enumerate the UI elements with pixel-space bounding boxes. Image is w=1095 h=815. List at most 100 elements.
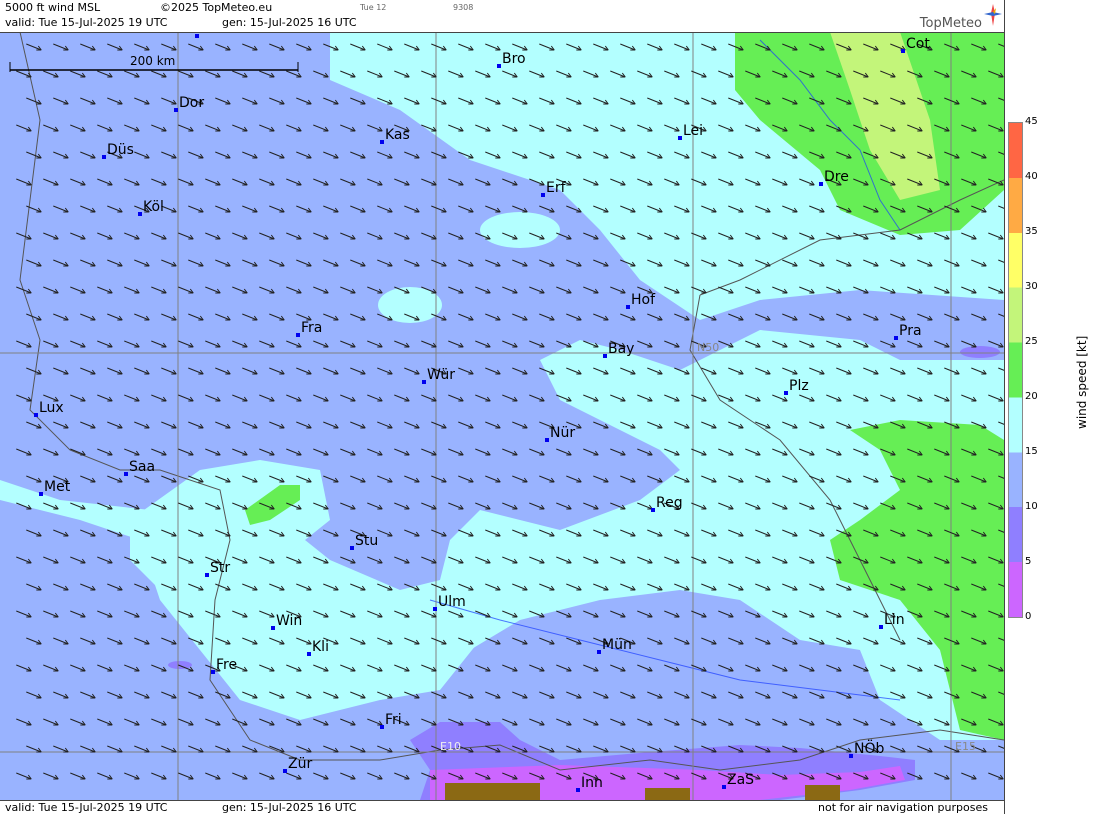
- run-code: 9308: [453, 3, 474, 12]
- city-dot: [849, 754, 853, 758]
- city-marker[interactable]: Dre: [819, 169, 849, 186]
- city-dot: [651, 508, 655, 512]
- city-dot: [576, 788, 580, 792]
- city-marker[interactable]: Reg: [651, 495, 683, 512]
- city-marker[interactable]: NÖb: [849, 739, 884, 758]
- city-marker[interactable]: Kas: [380, 127, 410, 144]
- city-marker[interactable]: Win: [271, 613, 302, 630]
- copyright: ©2025 TopMeteo.eu: [160, 1, 273, 14]
- city-label: Lux: [39, 400, 64, 416]
- city-dot: [879, 625, 883, 629]
- city-label: Wür: [427, 367, 455, 383]
- city-marker[interactable]: Cot: [901, 36, 930, 53]
- grid-label-n50: N50: [697, 341, 719, 354]
- city-marker[interactable]: Düs: [102, 142, 134, 159]
- city-marker[interactable]: Stu: [350, 533, 378, 550]
- city-label: Met: [44, 479, 71, 495]
- city-dot: [124, 472, 128, 476]
- city-dot: [422, 380, 426, 384]
- city-dot: [138, 212, 142, 216]
- city-label: Fra: [301, 320, 322, 336]
- city-label: Plz: [789, 378, 809, 394]
- city-dot: [271, 626, 275, 630]
- city-marker[interactable]: Bro: [497, 51, 526, 68]
- city-label: Kas: [385, 127, 410, 143]
- city-dot: [380, 140, 384, 144]
- city-label: Str: [210, 560, 230, 576]
- city-label: NÖb: [854, 739, 884, 757]
- purple-spot: [960, 346, 1000, 358]
- city-dot: [626, 305, 630, 309]
- city-label: Dor: [179, 95, 204, 111]
- city-label: Ulm: [438, 594, 466, 610]
- city-marker[interactable]: Lux: [34, 400, 64, 417]
- city-marker[interactable]: ZaS: [722, 772, 754, 789]
- city-dot: [545, 438, 549, 442]
- city-label: Fre: [216, 657, 237, 673]
- city-marker[interactable]: Pra: [894, 323, 922, 340]
- city-dot: [603, 354, 607, 358]
- city-dot: [307, 652, 311, 656]
- legend-tick: 0: [1025, 611, 1032, 622]
- city-label: Reg: [656, 495, 683, 511]
- city-label: Düs: [107, 142, 134, 158]
- city-dot: [34, 413, 38, 417]
- city-dot: [597, 650, 601, 654]
- city-label: Cot: [906, 36, 930, 52]
- compass-star-icon: [984, 4, 1002, 26]
- legend-tick: 40: [1025, 171, 1038, 182]
- purple-spot: [168, 661, 192, 669]
- city-label: Erf: [546, 180, 567, 196]
- city-label: Lei: [683, 123, 703, 139]
- legend-tick: 15: [1025, 446, 1038, 457]
- city-label: Bay: [608, 341, 634, 357]
- city-label: Stu: [355, 533, 378, 549]
- footer-valid: valid: Tue 15-Jul-2025 19 UTC: [5, 801, 168, 814]
- city-marker[interactable]: Dor: [174, 95, 204, 112]
- wind-map[interactable]: 200 km N50 E10 E15 Mün Bro Cot Dor Kas Lei Düs…: [0, 0, 1004, 814]
- city-dot: [102, 155, 106, 159]
- legend-tick: 5: [1025, 556, 1032, 567]
- city-marker[interactable]: Wür: [422, 367, 455, 384]
- time-code: Tue 12: [360, 3, 387, 12]
- city-label: Nür: [550, 425, 575, 441]
- city-label: Pra: [899, 323, 922, 339]
- scale-bar-label: 200 km: [130, 54, 175, 68]
- gen-time: gen: 15-Jul-2025 16 UTC: [222, 16, 357, 29]
- topmeteo-logo[interactable]: TopMeteo: [920, 4, 1002, 31]
- city-dot: [722, 785, 726, 789]
- city-label: Bro: [502, 51, 526, 67]
- city-dot: [205, 573, 209, 577]
- footer-bar: valid: Tue 15-Jul-2025 19 UTC gen: 15-Ju…: [0, 800, 1004, 815]
- footer-gen: gen: 15-Jul-2025 16 UTC: [222, 801, 357, 814]
- city-label: Mün: [602, 637, 632, 653]
- city-dot: [195, 34, 199, 38]
- city-dot: [819, 182, 823, 186]
- city-dot: [433, 607, 437, 611]
- city-marker[interactable]: Mün: [597, 637, 632, 654]
- color-scale-bar: [1008, 122, 1023, 618]
- legend-tick: 30: [1025, 281, 1038, 292]
- city-label: Hof: [631, 292, 656, 308]
- city-marker[interactable]: Zür: [283, 756, 312, 773]
- legend-tick: 20: [1025, 391, 1038, 402]
- valid-time: valid: Tue 15-Jul-2025 19 UTC: [5, 16, 168, 29]
- city-dot: [894, 336, 898, 340]
- legend-tick: 45: [1025, 116, 1038, 127]
- city-marker[interactable]: Saa: [124, 459, 155, 476]
- cyan-island: [602, 369, 658, 401]
- city-marker[interactable]: Met: [39, 479, 71, 496]
- city-label: Saa: [129, 459, 155, 475]
- city-label: Köl: [143, 199, 164, 215]
- city-marker[interactable]: Ulm: [433, 594, 466, 611]
- product-title: 5000 ft wind MSL: [5, 1, 101, 14]
- city-dot: [497, 64, 501, 68]
- city-dot: [901, 49, 905, 53]
- city-marker[interactable]: Inn: [576, 775, 603, 792]
- city-marker[interactable]: Bay: [603, 341, 634, 358]
- city-marker[interactable]: Nür: [545, 425, 575, 442]
- city-label: Inn: [581, 775, 603, 791]
- grid-label-e10: E10: [440, 740, 461, 753]
- city-marker[interactable]: Hof: [626, 292, 656, 309]
- city-dot: [296, 333, 300, 337]
